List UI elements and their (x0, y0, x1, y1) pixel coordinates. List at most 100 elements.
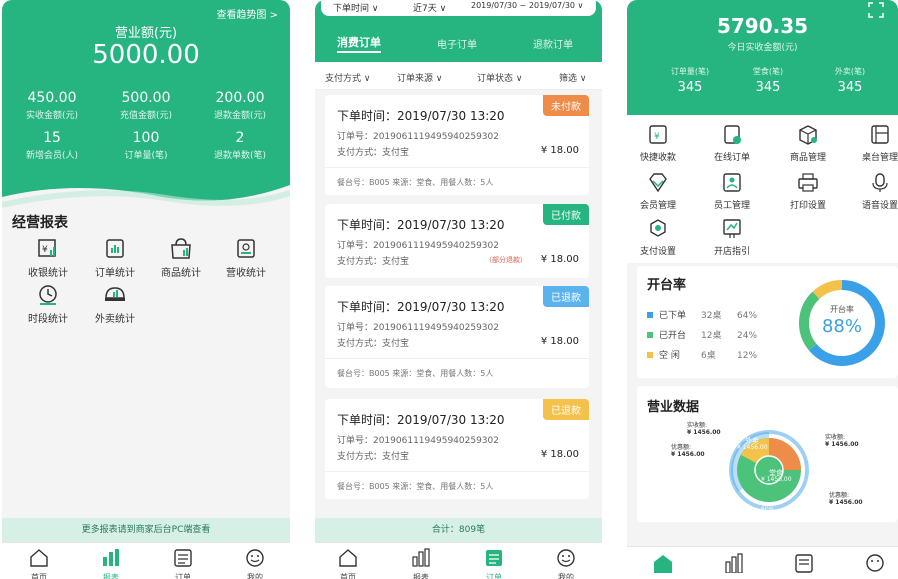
pie-pct-delivery: 40% (741, 426, 755, 433)
order-number: 订单号：20190611194959402593​02 (337, 132, 499, 142)
tab-mine[interactable]: 我的 (543, 548, 589, 579)
report-time-period[interactable]: 时段统计 (22, 284, 74, 325)
section-title: 经营报表 (12, 215, 68, 231)
order-footer: 餐台号：B005 来源：堂食、用餐人数：5人 (337, 482, 494, 491)
quick-pay-icon: ¥ (649, 125, 667, 144)
range-select[interactable]: 近7天 ∨ (413, 1, 446, 14)
menu-quick-pay[interactable]: ¥ 快捷收款 (633, 124, 683, 163)
callout-income-left: 实收额: ¥ 1456.00 (687, 422, 721, 436)
filter-more[interactable]: 筛选 ∨ (559, 71, 586, 84)
order-time: 下单时间：2019/07/30 13:20 (337, 300, 505, 314)
profile-icon[interactable] (863, 553, 887, 573)
microphone-icon (872, 173, 888, 192)
callout-discount-left: 优惠额: ¥ 1456.00 (671, 444, 705, 458)
tab-orders[interactable]: 订单 (471, 548, 517, 579)
time-type-select[interactable]: 下单时间 ∨ (333, 1, 378, 14)
stat-recharge: 500.00 充值金额(元) (119, 90, 173, 121)
order-card[interactable]: 已退款 下单时间：2019/07/30 13:20 订单号：2019061119… (325, 286, 589, 388)
orders-screen: 下单时间 ∨ 近7天 ∨ 2019/07/30 ~ 2019/07/30 ∨ 消… (315, 0, 602, 579)
orders-tab-icon (174, 549, 192, 567)
report-tab-icon (412, 548, 430, 567)
status-badge: 已退款 (543, 399, 589, 420)
tab-orders[interactable]: 订单 (160, 548, 206, 579)
menu-store-guide[interactable]: 开店指引 (707, 218, 757, 257)
business-data-card: 营业数据 外卖 ¥ 1456.00 堂食 ¥ 1456.00 40% 60% 实… (637, 386, 898, 522)
filter-payment[interactable]: 支付方式 ∨ (325, 71, 370, 84)
stat-actual-income: 450.00 实收金额(元) (25, 90, 79, 121)
legend-count: 6桌 (701, 351, 716, 361)
box-icon (799, 125, 817, 145)
tab-electronic-orders[interactable]: 电子订单 (437, 36, 477, 51)
stat-order-count: 100 订单量(笔) (124, 130, 168, 161)
trend-link[interactable]: 查看趋势图 > (216, 6, 278, 21)
footer-note: 更多报表请到商家后台PC端查看 (2, 518, 290, 542)
order-footer: 餐台号：B005 来源：堂食、用餐人数：5人 (337, 369, 494, 378)
menu-member-management[interactable]: 会员管理 (633, 172, 683, 211)
tab-mine[interactable]: 我的 (232, 548, 278, 579)
payment-method: 支付方式：支付宝 (337, 148, 410, 158)
menu-product-management[interactable]: 商品管理 (783, 124, 833, 163)
home-icon (30, 549, 48, 567)
donut-label: 开台率 (830, 305, 854, 314)
home-screen: 5790.35 今日实收金额(元) 订单量(笔) 345 堂食(笔) 345 外卖(… (627, 0, 898, 579)
order-card[interactable]: 未付款 下单时间：2019/07/30 13:20 订单号：2019061119… (325, 95, 589, 195)
pie-value-dine-in: ¥ 1456.00 (761, 476, 792, 483)
report-cashier[interactable]: ¥ 收银统计 (22, 238, 74, 279)
legend-row: 空 闲 6桌 12% (647, 348, 787, 361)
callout-income-right: 实收额: ¥ 1456.00 (825, 434, 859, 448)
menu-staff-management[interactable]: 员工管理 (707, 172, 757, 211)
stat-delivery: 外卖(笔) 345 (834, 67, 866, 95)
order-stats-icon (106, 239, 124, 258)
order-price: ¥ 18.00 (540, 336, 579, 347)
legend-swatch (647, 312, 653, 318)
menu-online-orders[interactable]: 在线订单 (707, 124, 757, 163)
tab-consume-orders[interactable]: 消费订单 (337, 34, 381, 50)
order-card[interactable]: 已付款 下单时间：2019/07/30 13:20 订单号：2019061119… (325, 204, 589, 278)
orders-tab-icon[interactable] (793, 553, 817, 573)
legend-row: 已开台 12桌 24% (647, 328, 787, 341)
home-icon[interactable] (651, 553, 675, 573)
donut-value: 88% (821, 316, 862, 337)
report-delivery[interactable]: 外卖统计 (89, 284, 141, 325)
filter-source[interactable]: 订单来源 ∨ (397, 71, 442, 84)
menu-table-management[interactable]: 桌台管理 (855, 124, 898, 163)
stat-order-count: 订单量(笔) 345 (670, 67, 710, 95)
revenue-label: 营业额(元) (114, 26, 178, 41)
report-orders[interactable]: 订单统计 (89, 238, 141, 279)
tab-home[interactable]: 首页 (325, 548, 371, 579)
tab-report[interactable]: 报表 (88, 548, 134, 579)
tab-report[interactable]: 报表 (398, 548, 444, 579)
order-time: 下单时间：2019/07/30 13:20 (337, 413, 505, 427)
order-card[interactable]: 已退款 下单时间：2019/07/30 13:20 订单号：2019061119… (325, 399, 589, 499)
payment-method: 支付方式：支付宝 (337, 339, 410, 349)
legend-count: 32桌 (701, 311, 722, 321)
report-products[interactable]: 商品统计 (155, 238, 207, 279)
status-badge: 已退款 (543, 286, 589, 307)
order-number: 订单号：20190611194959402593​02 (337, 436, 499, 446)
business-data-title: 营业数据 (647, 400, 700, 415)
report-revenue[interactable]: 营收统计 (220, 238, 272, 279)
cashier-icon: ¥ (38, 239, 56, 257)
divider (325, 471, 589, 472)
menu-print-settings[interactable]: 打印设置 (783, 172, 833, 211)
order-price: ¥ 18.00 (540, 449, 579, 460)
tab-refund-orders[interactable]: 退款订单 (533, 36, 573, 51)
online-order-icon (724, 125, 741, 144)
payment-settings-icon (650, 219, 666, 237)
filter-status[interactable]: 订单状态 ∨ (477, 71, 522, 84)
report-screen: 查看趋势图 > 营业额(元) 5000.00 450.00 实收金额(元) 500… (2, 0, 290, 579)
stat-refund-amount: 200.00 退款金额(元) (213, 90, 267, 121)
menu-payment-settings[interactable]: 支付设置 (633, 218, 683, 257)
order-price: ¥ 18.00 (540, 254, 579, 265)
legend-count: 12桌 (701, 331, 722, 341)
callout-discount-right: 优惠额: ¥ 1456.00 (829, 492, 863, 506)
income-label: 今日实收金额(元) (727, 43, 798, 53)
date-range-select[interactable]: 2019/07/30 ~ 2019/07/30 ∨ (471, 1, 583, 10)
tab-home[interactable]: 首页 (16, 548, 62, 579)
report-tab-icon[interactable] (723, 553, 747, 573)
legend-name: 已开台 (659, 331, 687, 341)
stat-dine-in: 堂食(笔) 345 (752, 67, 784, 95)
stat-refund-count: 2 退款单数(笔) (213, 130, 267, 161)
menu-voice-settings[interactable]: 语音设置 (855, 172, 898, 211)
orders-tab-icon (486, 550, 502, 566)
